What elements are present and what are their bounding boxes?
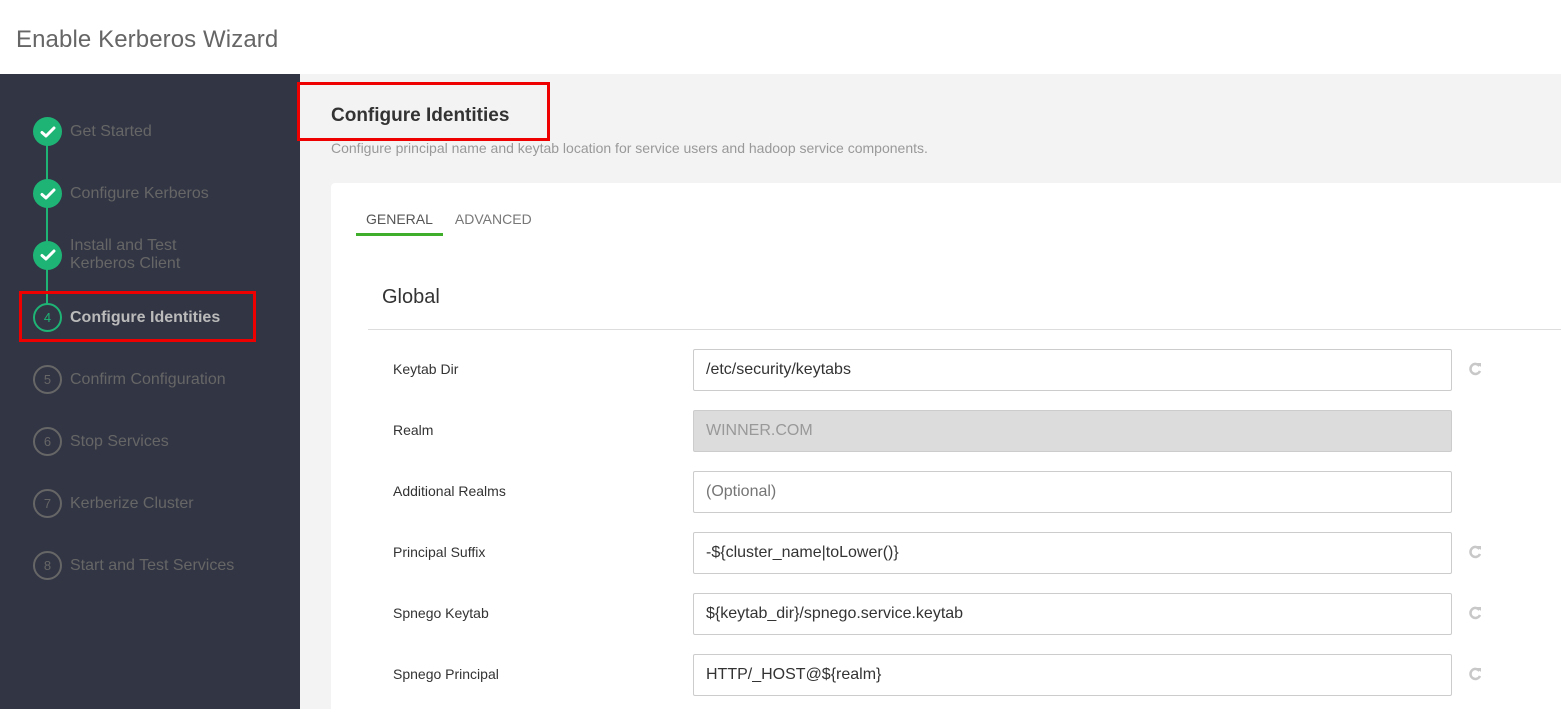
step-configure-identities[interactable]: 4 Configure Identities — [33, 303, 220, 332]
step-stop-services: 6 Stop Services — [33, 427, 169, 456]
realm-input — [693, 410, 1452, 452]
field-row-additional-realms: Additional Realms — [393, 471, 1493, 513]
step-start-test-services: 8 Start and Test Services — [33, 551, 234, 580]
keytab-dir-input[interactable] — [693, 349, 1452, 391]
tab-general[interactable]: GENERAL — [356, 208, 443, 236]
field-row-keytab-dir: Keytab Dir — [393, 349, 1493, 391]
step-label: Install and Test Kerberos Client — [70, 237, 180, 273]
section-divider — [368, 329, 1561, 330]
step-label: Confirm Configuration — [70, 370, 226, 388]
refresh-icon[interactable] — [1467, 361, 1483, 377]
step-confirm-configuration: 5 Confirm Configuration — [33, 365, 226, 394]
field-label: Keytab Dir — [393, 361, 459, 377]
identities-card: GENERAL ADVANCED Global Keytab Dir Realm… — [331, 183, 1561, 723]
check-icon — [33, 179, 62, 208]
step-label-line1: Install and Test — [70, 237, 177, 254]
step-label: Stop Services — [70, 432, 169, 450]
step-number: 7 — [33, 489, 62, 518]
main-description: Configure principal name and keytab loca… — [331, 140, 928, 156]
tab-advanced[interactable]: ADVANCED — [445, 208, 542, 236]
main-content: Configure Identities Configure principal… — [300, 74, 1561, 723]
step-label: Configure Kerberos — [70, 184, 209, 202]
field-row-principal-suffix: Principal Suffix — [393, 532, 1493, 574]
main-title: Configure Identities — [331, 105, 510, 126]
page-title: Enable Kerberos Wizard — [16, 26, 279, 53]
tabs: GENERAL ADVANCED — [356, 208, 542, 236]
step-label: Kerberize Cluster — [70, 494, 194, 512]
field-row-spnego-principal: Spnego Principal — [393, 654, 1493, 696]
check-icon — [33, 240, 62, 270]
step-label: Configure Identities — [70, 308, 221, 326]
refresh-icon[interactable] — [1467, 666, 1483, 682]
field-label: Spnego Principal — [393, 666, 499, 682]
step-configure-kerberos[interactable]: Configure Kerberos — [33, 179, 209, 208]
section-title: Global — [382, 286, 440, 308]
spnego-principal-input[interactable] — [693, 654, 1452, 696]
additional-realms-input[interactable] — [693, 471, 1452, 513]
field-label: Realm — [393, 422, 434, 438]
step-label-line2: Kerberos Client — [70, 255, 181, 272]
field-label: Additional Realms — [393, 483, 506, 499]
step-label: Get Started — [70, 122, 152, 140]
field-row-realm: Realm — [393, 410, 1493, 452]
step-label: Start and Test Services — [70, 556, 235, 574]
step-number: 5 — [33, 365, 62, 394]
page-header: Enable Kerberos Wizard — [0, 0, 1561, 74]
wizard-steps-sidebar: Get Started Configure Kerberos Install a… — [0, 74, 300, 709]
step-number: 4 — [33, 303, 62, 332]
principal-suffix-input[interactable] — [693, 532, 1452, 574]
check-icon — [33, 117, 62, 146]
refresh-icon[interactable] — [1467, 605, 1483, 621]
step-kerberize-cluster: 7 Kerberize Cluster — [33, 489, 194, 518]
field-row-spnego-keytab: Spnego Keytab — [393, 593, 1493, 635]
step-number: 6 — [33, 427, 62, 456]
step-number: 8 — [33, 551, 62, 580]
step-install-test-client[interactable]: Install and Test Kerberos Client — [33, 237, 180, 273]
step-get-started[interactable]: Get Started — [33, 117, 152, 146]
step-connector — [46, 144, 48, 304]
field-label: Principal Suffix — [393, 544, 486, 560]
field-label: Spnego Keytab — [393, 605, 489, 621]
refresh-icon[interactable] — [1467, 544, 1483, 560]
spnego-keytab-input[interactable] — [693, 593, 1452, 635]
